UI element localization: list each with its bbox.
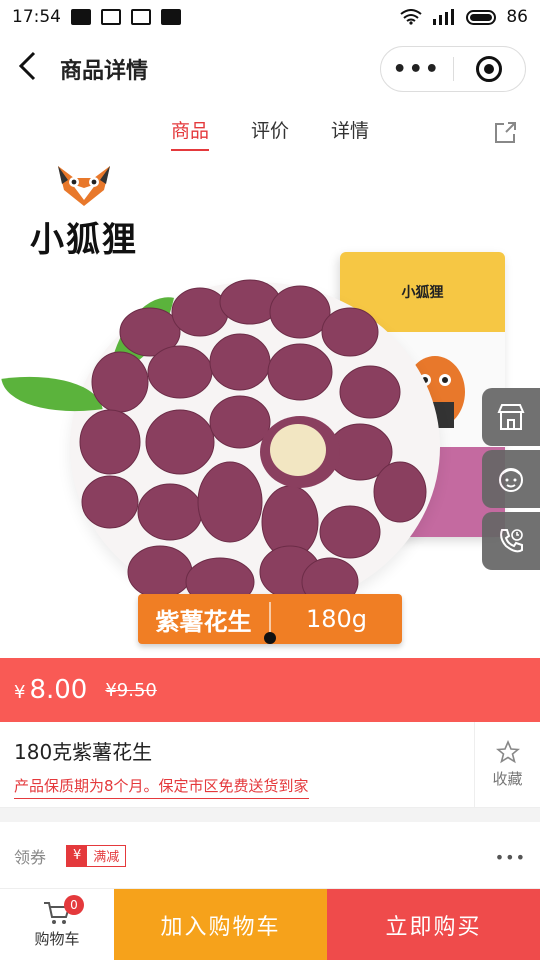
current-price: ¥8.00 [14,675,87,705]
coupon-label: 领券 [14,847,47,867]
tab-reviews[interactable]: 评价 [251,116,289,151]
store-icon [497,404,525,430]
product-image[interactable]: 小狐狸 小狐狸 紫薯花生 180g [0,162,540,658]
signal-icon [433,9,455,25]
store-button[interactable] [482,388,540,446]
status-bar: 17:54 86 [0,0,540,34]
tab-details[interactable]: 详情 [331,116,369,151]
battery-icon [466,9,497,25]
cart-label: 购物车 [34,930,80,948]
buy-now-button[interactable]: 立即购买 [327,889,540,960]
product-tabs: 商品 评价 详情 [0,104,540,162]
wallet-icon [71,9,91,25]
price-band: ¥8.00 ¥9.50 [0,658,540,722]
original-price: ¥9.50 [105,679,157,701]
coupon-more-button[interactable]: ••• [495,848,526,867]
battery-level: 86 [506,7,528,27]
coupon-row[interactable]: 领券 ¥ 满减 ••• [0,822,540,890]
label-weight: 180g [305,605,368,633]
purple-peanuts [79,279,427,607]
tab-product[interactable]: 商品 [170,116,209,151]
product-subtitle: 产品保质期为8个月。保定市区免费送货到家 [14,775,309,799]
notification-icon [101,9,121,25]
add-to-cart-button[interactable]: 加入购物车 [114,889,327,960]
product-title: 180克紫薯花生 [14,740,153,764]
cart-count-badge: 0 [64,895,84,915]
target-icon [476,56,503,82]
mini-program-capsule: ••• [380,46,526,92]
nav-bar: 商品详情 ••• [0,34,540,104]
back-button[interactable] [16,51,52,87]
currency-symbol: ¥ [14,682,26,703]
star-icon [495,740,520,764]
product-info: 180克紫薯花生 产品保质期为8个月。保定市区免费送货到家 收藏 [0,722,540,808]
product-title-block: 180克紫薯花生 产品保质期为8个月。保定市区免费送货到家 [0,722,474,807]
section-divider [0,808,540,822]
clock: 17:54 [12,7,61,27]
service-icon [499,468,523,492]
share-icon[interactable] [492,120,518,151]
current-price-value: 8.00 [29,675,88,705]
floating-actions [482,388,540,570]
wifi-icon [400,9,422,25]
favorite-label: 收藏 [492,770,523,788]
bottom-action-bar: 0 购物车 加入购物车 立即购买 [0,888,540,960]
page-title: 商品详情 [60,59,149,84]
carousel-indicator[interactable] [264,632,276,644]
more-button[interactable]: ••• [381,57,453,82]
weibo-icon [131,9,151,25]
coupon-tag-symbol: ¥ [67,845,88,866]
customer-service-button[interactable] [482,450,540,508]
phone-icon [500,529,523,553]
favorite-button[interactable]: 收藏 [474,722,540,807]
label-product-name: 紫薯花生 [155,607,252,636]
coupon-tag[interactable]: ¥ 满减 [66,844,127,867]
cart-button[interactable]: 0 购物车 [0,889,114,960]
close-button[interactable] [454,56,526,82]
chevron-left-icon [18,51,36,81]
mail-icon [161,9,181,25]
phone-button[interactable] [482,512,540,570]
coupon-tag-text: 满减 [93,850,120,865]
